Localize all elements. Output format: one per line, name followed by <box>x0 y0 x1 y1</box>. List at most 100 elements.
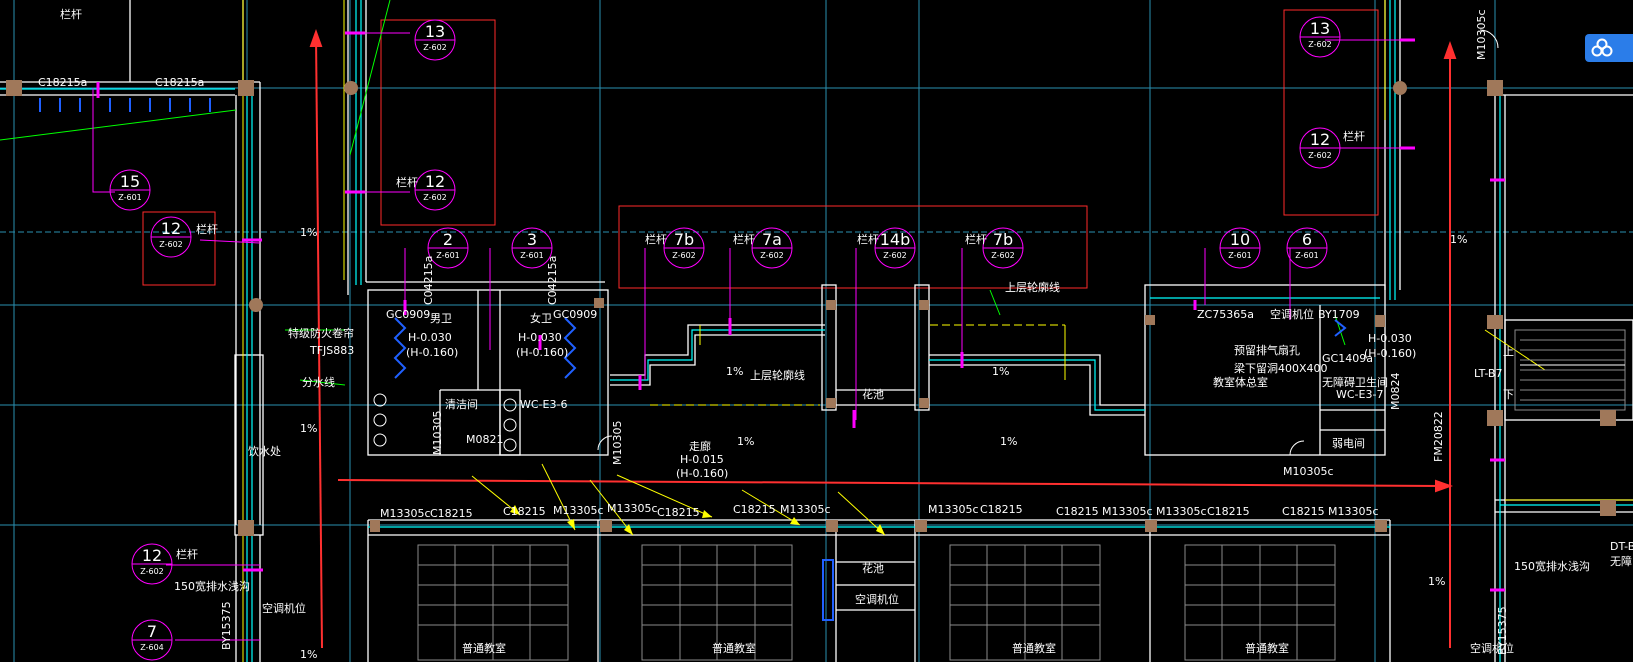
room-name: 普通教室 <box>1012 641 1056 655</box>
bubble-sheet: Z-602 <box>159 240 183 249</box>
slope-tag: 1% <box>1000 435 1017 448</box>
railing-tag: 栏杆 <box>396 175 418 189</box>
window-tag: BY15375 <box>1496 606 1509 655</box>
floor-elevation: (H-0.160) <box>1364 347 1416 360</box>
bubble-sheet: Z-601 <box>1228 251 1252 260</box>
room-name: 弱电间 <box>1332 437 1365 450</box>
room-name: 饮水处 <box>248 445 281 458</box>
equipment-tag: WC-E3-7 <box>1336 388 1383 401</box>
note-label: 梁下留洞400X400 <box>1234 361 1328 375</box>
door-tag: M13305c <box>380 507 431 520</box>
slope-tag: 1% <box>1428 575 1445 588</box>
bubble-number: 10 <box>1230 230 1250 249</box>
fire-shutter-label: 特级防火卷帘 <box>288 326 354 340</box>
bubble-number: 7b <box>674 230 694 249</box>
slope-tag: 1% <box>300 226 317 239</box>
window-tag: ZC75365a <box>1197 308 1254 321</box>
bubble-sheet: Z-602 <box>760 251 784 260</box>
bubble-sheet: Z-602 <box>140 567 164 576</box>
bubble-number: 3 <box>527 230 537 249</box>
railing-tag: 栏杆 <box>60 7 82 21</box>
window-tag: C18215 <box>1056 505 1099 518</box>
slope-tag: 1% <box>992 365 1009 378</box>
bubble-sheet: Z-602 <box>672 251 696 260</box>
bubble-sheet: Z-601 <box>520 251 544 260</box>
bubble-number: 7a <box>762 230 782 249</box>
door-tag: M13305c <box>553 504 604 517</box>
stair-down-label: 下 <box>1503 388 1514 401</box>
window-tag: C04215a <box>546 256 559 305</box>
ac-unit-label: 空调机位 <box>262 601 306 615</box>
divide-line-label: 分水线 <box>302 375 335 389</box>
window-tag: C04215a <box>422 256 435 305</box>
tag: BY1709 <box>1318 308 1360 321</box>
cloud-sync-button[interactable] <box>1585 34 1633 62</box>
drain-label: 150宽排水浅沟 <box>174 579 250 593</box>
bubble-sheet: Z-601 <box>118 193 142 202</box>
bubble-sheet: Z-601 <box>436 251 460 260</box>
room-name: 男卫 <box>430 312 452 325</box>
bubble-sheet: Z-602 <box>1308 151 1332 160</box>
room-name: 普通教室 <box>462 641 506 655</box>
note-label: 教室体总室 <box>1213 375 1268 389</box>
railing-tag: 栏杆 <box>196 222 218 236</box>
railing-tag: 栏杆 <box>645 232 667 246</box>
outline-label: 上层轮廓线 <box>750 368 805 382</box>
bubble-number: 12 <box>142 546 162 565</box>
shutter-tag: TFJS883 <box>309 344 354 357</box>
window-tag: C18215 <box>980 503 1023 516</box>
window-tag: C18215 <box>657 506 700 519</box>
room-name: 无障碍卫生间 <box>1322 375 1388 389</box>
door-tag: M0824 <box>1389 373 1402 411</box>
bubble-number: 7b <box>993 230 1013 249</box>
bubble-number: 15 <box>120 172 140 191</box>
floor-elevation: (H-0.160) <box>406 346 458 359</box>
ac-unit-label: 空调机位 <box>1270 307 1314 321</box>
equipment-tag: WC-E3-6 <box>520 398 567 411</box>
cloud-icon <box>1591 38 1613 57</box>
slope-tag: 1% <box>300 422 317 435</box>
door-tag: M13305c <box>1156 505 1207 518</box>
railing-tag: 栏杆 <box>1343 129 1365 143</box>
room-name: 普通教室 <box>712 641 756 655</box>
bubble-number: 12 <box>161 219 181 238</box>
drain-label: 150宽排水浅沟 <box>1514 559 1590 573</box>
door-tag: M13305c <box>607 502 658 515</box>
bubble-sheet: Z-602 <box>1308 40 1332 49</box>
door-tag: M10305c <box>1475 9 1488 60</box>
elevator-tag: DT-B <box>1610 540 1633 553</box>
stair-up-label: 上 <box>1503 345 1514 358</box>
window-tag: C18215 <box>733 503 776 516</box>
window-tag: C18215 <box>503 505 546 518</box>
elevator-tag: 无障 <box>1610 554 1632 568</box>
window-tag: BY15375 <box>220 601 233 650</box>
window-tag: C18215 <box>1207 505 1250 518</box>
bubble-sheet: Z-604 <box>140 643 164 652</box>
bubble-sheet: Z-602 <box>423 43 447 52</box>
bubble-number: 13 <box>425 22 445 41</box>
door-tag: M10305 <box>431 411 444 455</box>
note-label: 预留排气扇孔 <box>1234 343 1300 357</box>
railing-tag: 栏杆 <box>857 232 879 246</box>
floor-elevation: (H-0.160) <box>676 467 728 480</box>
bubble-sheet: Z-601 <box>1295 251 1319 260</box>
window-tag: GC0909 <box>386 308 430 321</box>
floor-elevation: H-0.030 <box>1368 332 1412 345</box>
slope-tag: 1% <box>300 648 317 661</box>
bubble-number: 7 <box>147 622 157 641</box>
railing-tag: 栏杆 <box>733 232 755 246</box>
window-tag: C18215 <box>430 507 473 520</box>
floor-elevation: H-0.015 <box>680 453 724 466</box>
floor-elevation: (H-0.160) <box>516 346 568 359</box>
room-name: 清洁间 <box>445 398 478 411</box>
door-tag: M13305c <box>780 503 831 516</box>
bubble-number: 14b <box>880 230 911 249</box>
door-tag: M10305c <box>1283 465 1334 478</box>
door-tag: M10305 <box>611 421 624 465</box>
bubble-sheet: Z-602 <box>423 193 447 202</box>
stair-tag: LT-B7 <box>1474 367 1502 380</box>
bubble-number: 12 <box>425 172 445 191</box>
corridor-label: 走廊 <box>689 439 711 453</box>
slope-tag: 1% <box>737 435 754 448</box>
bubble-sheet: Z-602 <box>883 251 907 260</box>
